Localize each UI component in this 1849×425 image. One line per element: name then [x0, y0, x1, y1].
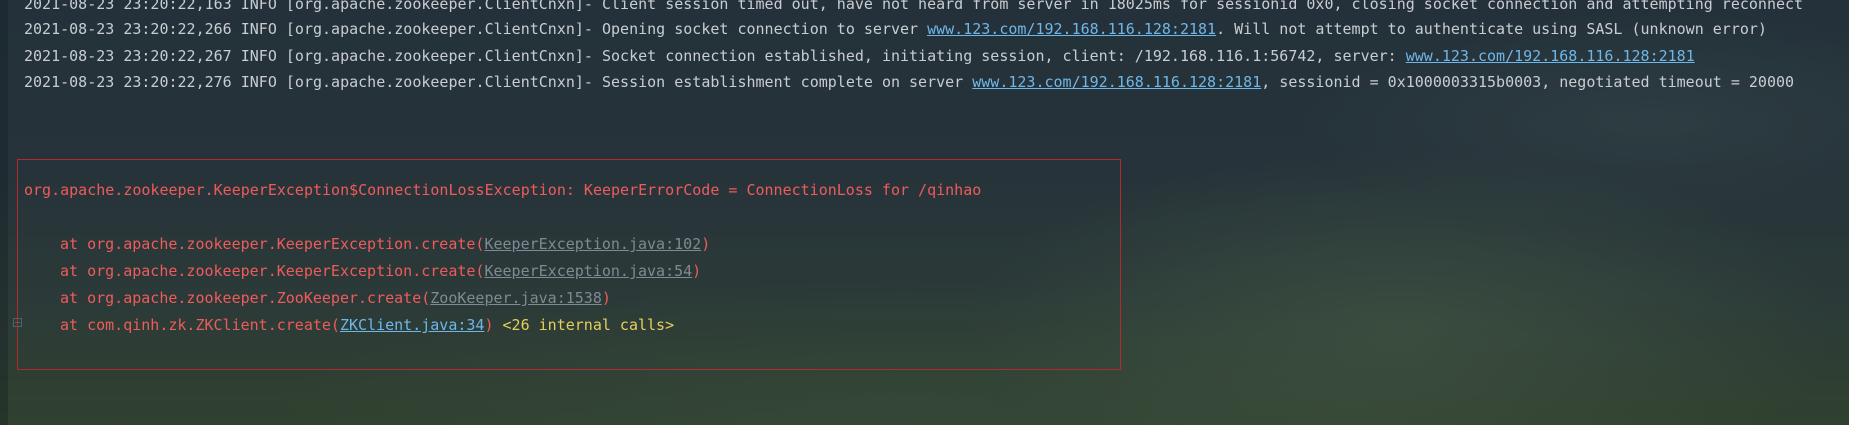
log-message: Opening socket connection to server: [601, 20, 919, 38]
fold-marker-icon[interactable]: [13, 318, 22, 327]
server-link[interactable]: www.123.com/192.168.116.128:2181: [972, 73, 1261, 91]
frame-close: ): [692, 262, 702, 280]
frame-source-link[interactable]: KeeperException.java:102: [484, 235, 701, 253]
log-level: INFO: [240, 47, 277, 65]
stack-frame: at org.apache.zookeeper.KeeperException.…: [60, 234, 710, 254]
log-message-tail: , sessionid = 0x1000003315b0003, negotia…: [1261, 73, 1795, 91]
stack-frame: at org.apache.zookeeper.KeeperException.…: [60, 261, 701, 281]
log-level: INFO: [240, 20, 277, 38]
stack-frame: at com.qinh.zk.ZKClient.create(ZKClient.…: [60, 315, 674, 335]
frame-call: at org.apache.zookeeper.KeeperException.…: [60, 235, 485, 253]
log-line: 2021-08-23 23:20:22,276 INFO [org.apache…: [24, 72, 1794, 92]
log-logger: [org.apache.zookeeper.ClientCnxn]-: [285, 47, 593, 65]
frame-call: at org.apache.zookeeper.ZooKeeper.create…: [60, 289, 431, 307]
log-logger: [org.apache.zookeeper.ClientCnxn]-: [285, 0, 593, 13]
log-logger: [org.apache.zookeeper.ClientCnxn]-: [285, 73, 593, 91]
log-message-tail: . Will not attempt to authenticate using…: [1216, 20, 1767, 38]
frame-call: at org.apache.zookeeper.KeeperException.…: [60, 262, 485, 280]
frame-close: ): [484, 316, 494, 334]
stack-frame: at org.apache.zookeeper.ZooKeeper.create…: [60, 288, 611, 308]
log-timestamp: 2021-08-23 23:20:22,163: [24, 0, 232, 13]
exception-header: org.apache.zookeeper.KeeperException$Con…: [24, 181, 982, 199]
log-message: Socket connection established, initiatin…: [601, 47, 1397, 65]
log-logger: [org.apache.zookeeper.ClientCnxn]-: [285, 20, 593, 38]
internal-calls-toggle[interactable]: <26 internal calls>: [503, 316, 675, 334]
log-message: Client session timed out, have not heard…: [601, 0, 1804, 13]
frame-close: ): [601, 289, 611, 307]
log-timestamp: 2021-08-23 23:20:22,267: [24, 47, 232, 65]
log-level: INFO: [240, 0, 277, 13]
server-link[interactable]: www.123.com/192.168.116.128:2181: [927, 20, 1216, 38]
log-line: 2021-08-23 23:20:22,266 INFO [org.apache…: [24, 19, 1767, 39]
frame-source-link[interactable]: ZooKeeper.java:1538: [430, 289, 602, 307]
log-message: Session establishment complete on server: [601, 73, 964, 91]
frame-source-link[interactable]: ZKClient.java:34: [340, 316, 485, 334]
frame-call: at com.qinh.zk.ZKClient.create(: [60, 316, 340, 334]
frame-close: ): [701, 235, 711, 253]
log-line: 2021-08-23 23:20:22,163 INFO [org.apache…: [24, 0, 1803, 14]
log-level: INFO: [240, 73, 277, 91]
frame-source-link[interactable]: KeeperException.java:54: [484, 262, 692, 280]
log-timestamp: 2021-08-23 23:20:22,266: [24, 20, 232, 38]
editor-gutter: [0, 0, 8, 425]
server-link[interactable]: www.123.com/192.168.116.128:2181: [1406, 47, 1695, 65]
log-timestamp: 2021-08-23 23:20:22,276: [24, 73, 232, 91]
log-line: 2021-08-23 23:20:22,267 INFO [org.apache…: [24, 46, 1695, 66]
